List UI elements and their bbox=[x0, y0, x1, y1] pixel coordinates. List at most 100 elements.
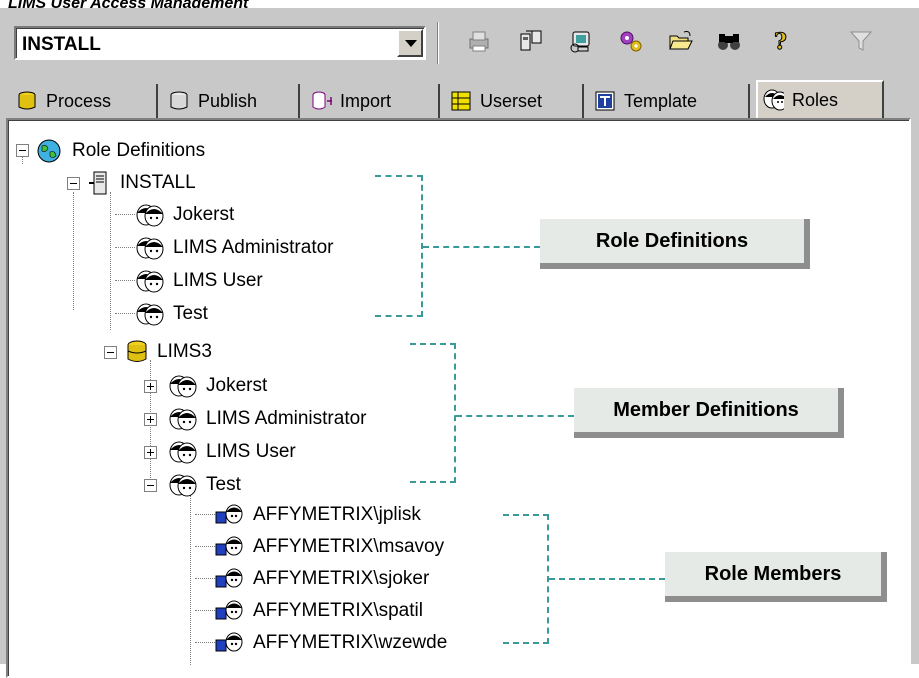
tab-template-label: Template bbox=[624, 90, 698, 111]
template-icon bbox=[595, 91, 615, 111]
tree-node-install-label: INSTALL bbox=[120, 172, 196, 193]
tree-item-member-role[interactable]: Test bbox=[168, 472, 241, 498]
role-label: Jokerst bbox=[206, 375, 268, 396]
collapse-icon[interactable] bbox=[16, 144, 29, 157]
tree-item-role[interactable]: LIMS Administrator bbox=[135, 235, 334, 261]
callout-bracket bbox=[503, 642, 549, 644]
tree-node-install[interactable]: INSTALL bbox=[88, 170, 196, 196]
callout-member-definitions: Member Definitions bbox=[574, 388, 844, 438]
callout-bracket bbox=[456, 415, 574, 417]
roles-icon bbox=[169, 441, 197, 464]
callout-bracket bbox=[410, 481, 456, 483]
callout-bracket bbox=[503, 514, 549, 516]
tree-panel: Role Definitions INSTALL Jokerst LIMS Ad… bbox=[6, 118, 911, 678]
tree-item-member-role[interactable]: LIMS User bbox=[168, 439, 296, 465]
print-icon[interactable] bbox=[466, 28, 492, 54]
callout-bracket bbox=[410, 343, 456, 345]
tree-root-label: Role Definitions bbox=[72, 140, 206, 161]
tree-connector bbox=[115, 313, 135, 314]
tab-roles[interactable]: Roles bbox=[756, 80, 884, 120]
export-icon[interactable] bbox=[518, 28, 544, 54]
user-icon bbox=[215, 568, 243, 588]
globe-icon bbox=[37, 139, 61, 163]
roles-icon bbox=[136, 303, 164, 326]
member-label: AFFYMETRIX\sjoker bbox=[253, 568, 430, 589]
open-folder-icon[interactable] bbox=[668, 28, 694, 54]
tree-item-member-role[interactable]: Jokerst bbox=[168, 373, 267, 399]
user-icon bbox=[215, 632, 243, 652]
tree-connector bbox=[195, 578, 215, 579]
callout-bracket bbox=[454, 343, 456, 483]
tree-item-member[interactable]: AFFYMETRIX\jplisk bbox=[215, 502, 421, 528]
filter-icon[interactable] bbox=[848, 28, 874, 54]
tab-process-label: Process bbox=[46, 90, 112, 111]
tree-connector bbox=[73, 192, 74, 310]
callout-role-members: Role Members bbox=[665, 552, 887, 602]
chevron-down-icon[interactable] bbox=[397, 29, 423, 57]
tab-template[interactable]: Template bbox=[590, 84, 750, 118]
role-label: Jokerst bbox=[173, 204, 235, 225]
help-icon[interactable]: ? bbox=[768, 28, 794, 55]
roles-icon bbox=[169, 375, 197, 398]
tree-item-role[interactable]: LIMS User bbox=[135, 268, 263, 294]
tree-connector bbox=[190, 495, 191, 665]
member-label: AFFYMETRIX\spatil bbox=[253, 600, 423, 621]
callout-bracket bbox=[549, 578, 665, 580]
tree-root[interactable]: Role Definitions bbox=[36, 138, 205, 164]
server-icon bbox=[89, 171, 107, 195]
app-window: INSTALL ? Process Publish Import Userset… bbox=[0, 8, 919, 678]
user-icon bbox=[215, 600, 243, 620]
member-label: AFFYMETRIX\jplisk bbox=[253, 504, 421, 525]
refresh-icon[interactable] bbox=[568, 28, 594, 54]
find-icon[interactable] bbox=[716, 28, 742, 54]
expand-icon[interactable] bbox=[144, 380, 157, 393]
tree-item-member[interactable]: AFFYMETRIX\spatil bbox=[215, 598, 423, 624]
tree-item-member[interactable]: AFFYMETRIX\wzewde bbox=[215, 630, 447, 656]
role-label: LIMS User bbox=[206, 441, 296, 462]
tree-connector bbox=[195, 610, 215, 611]
user-icon bbox=[215, 504, 243, 524]
tab-publish[interactable]: Publish bbox=[164, 84, 300, 118]
tree-node-lims3[interactable]: LIMS3 bbox=[125, 339, 212, 365]
tree-item-member-role[interactable]: LIMS Administrator bbox=[168, 406, 367, 432]
tree-item-member[interactable]: AFFYMETRIX\sjoker bbox=[215, 566, 429, 592]
collapse-icon[interactable] bbox=[144, 479, 157, 492]
roles-icon bbox=[169, 474, 197, 497]
member-label: AFFYMETRIX\msavoy bbox=[253, 536, 445, 557]
tab-import[interactable]: Import bbox=[306, 84, 440, 118]
callout-bracket bbox=[423, 246, 540, 248]
user-icon bbox=[215, 536, 243, 556]
expand-icon[interactable] bbox=[144, 446, 157, 459]
tree-node-lims3-label: LIMS3 bbox=[157, 341, 212, 362]
role-label: Test bbox=[173, 303, 208, 324]
database-icon bbox=[18, 91, 36, 110]
role-label: Test bbox=[206, 474, 241, 495]
project-select-value: INSTALL bbox=[22, 34, 101, 55]
tab-publish-label: Publish bbox=[198, 90, 258, 111]
tree-connector bbox=[115, 280, 135, 281]
roles-icon bbox=[136, 237, 164, 260]
collapse-icon[interactable] bbox=[67, 177, 80, 190]
tree-item-role[interactable]: Test bbox=[135, 301, 208, 327]
tree-connector bbox=[195, 546, 215, 547]
collapse-icon[interactable] bbox=[104, 346, 117, 359]
member-label: AFFYMETRIX\wzewde bbox=[253, 632, 448, 653]
roles-icon bbox=[136, 204, 164, 227]
roles-icon bbox=[763, 89, 784, 111]
callout-bracket bbox=[375, 315, 423, 317]
tab-bar: Process Publish Import Userset Template … bbox=[6, 80, 911, 122]
database-icon bbox=[127, 340, 147, 362]
tab-roles-label: Roles bbox=[792, 89, 839, 110]
roles-icon bbox=[136, 270, 164, 293]
tree-item-member[interactable]: AFFYMETRIX\msavoy bbox=[215, 534, 444, 560]
tab-process[interactable]: Process bbox=[12, 84, 158, 118]
import-icon bbox=[312, 91, 332, 110]
tab-import-label: Import bbox=[340, 90, 392, 111]
settings-icon[interactable] bbox=[618, 28, 644, 54]
project-select[interactable]: INSTALL bbox=[14, 26, 426, 60]
tab-userset[interactable]: Userset bbox=[446, 84, 584, 118]
callout-bracket bbox=[375, 175, 423, 177]
expand-icon[interactable] bbox=[144, 413, 157, 426]
tree-item-role[interactable]: Jokerst bbox=[135, 202, 234, 228]
svg-text:?: ? bbox=[774, 29, 787, 54]
